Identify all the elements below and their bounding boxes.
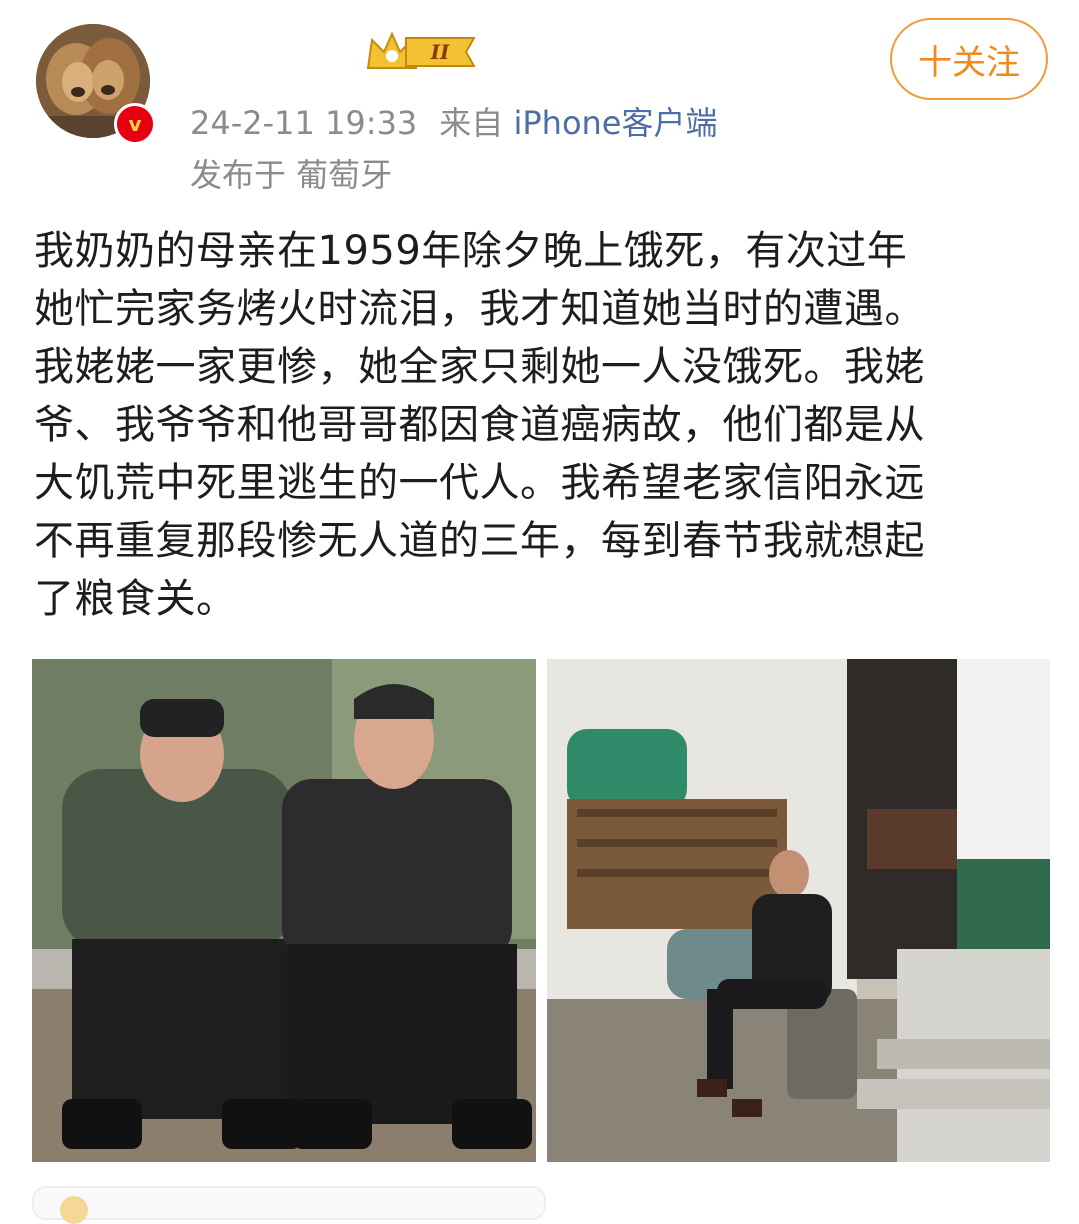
next-card-avatar — [60, 1196, 88, 1224]
post-text-line: 大饥荒中死里逃生的一代人。我希望老家信阳永远 — [34, 460, 925, 506]
post-text-line: 我姥姥一家更惨，她全家只剩她一人没饿死。我姥 — [34, 344, 925, 390]
post-text-line: 我奶奶的母亲在1959年除夕晚上饿死，有次过年 — [34, 228, 908, 274]
post-photo-1[interactable] — [32, 659, 536, 1162]
post-location: 发布于 葡萄牙 — [190, 156, 393, 194]
post-text-line: 不再重复那段惨无人道的三年，每到春节我就想起 — [34, 518, 925, 564]
post-text-line: 爷、我爷爷和他哥哥都因食道癌病故，他们都是从 — [34, 402, 925, 448]
post-body: 我奶奶的母亲在1959年除夕晚上饿死，有次过年 她忙完家务烤火时流泪，我才知道她… — [34, 222, 1044, 628]
elderly-couple-photo — [32, 659, 536, 1162]
post-source-link[interactable]: iPhone客户端 — [513, 104, 717, 142]
crown-level-icon: II — [366, 31, 476, 69]
post-text-line: 她忙完家务烤火时流泪，我才知道她当时的遭遇。 — [34, 286, 925, 332]
post-timestamp: 24-2-11 19:33 — [190, 104, 418, 142]
post-meta: 24-2-11 19:33 来自 iPhone客户端 — [190, 98, 718, 144]
post-photo-2[interactable] — [547, 659, 1050, 1162]
level-badge-text: II — [430, 40, 450, 64]
from-label: 来自 — [439, 104, 504, 142]
post-header: v II 24-2-11 19:33 来自 iPhone客户端 发布于 葡萄牙 十… — [0, 0, 1079, 210]
next-card-preview — [32, 1186, 546, 1224]
follow-button[interactable]: 十关注 — [890, 18, 1048, 100]
elderly-woman-courtyard-photo — [547, 659, 1050, 1162]
post-text-line: 了粮食关。 — [34, 576, 237, 622]
verified-v-icon: v — [114, 103, 156, 145]
